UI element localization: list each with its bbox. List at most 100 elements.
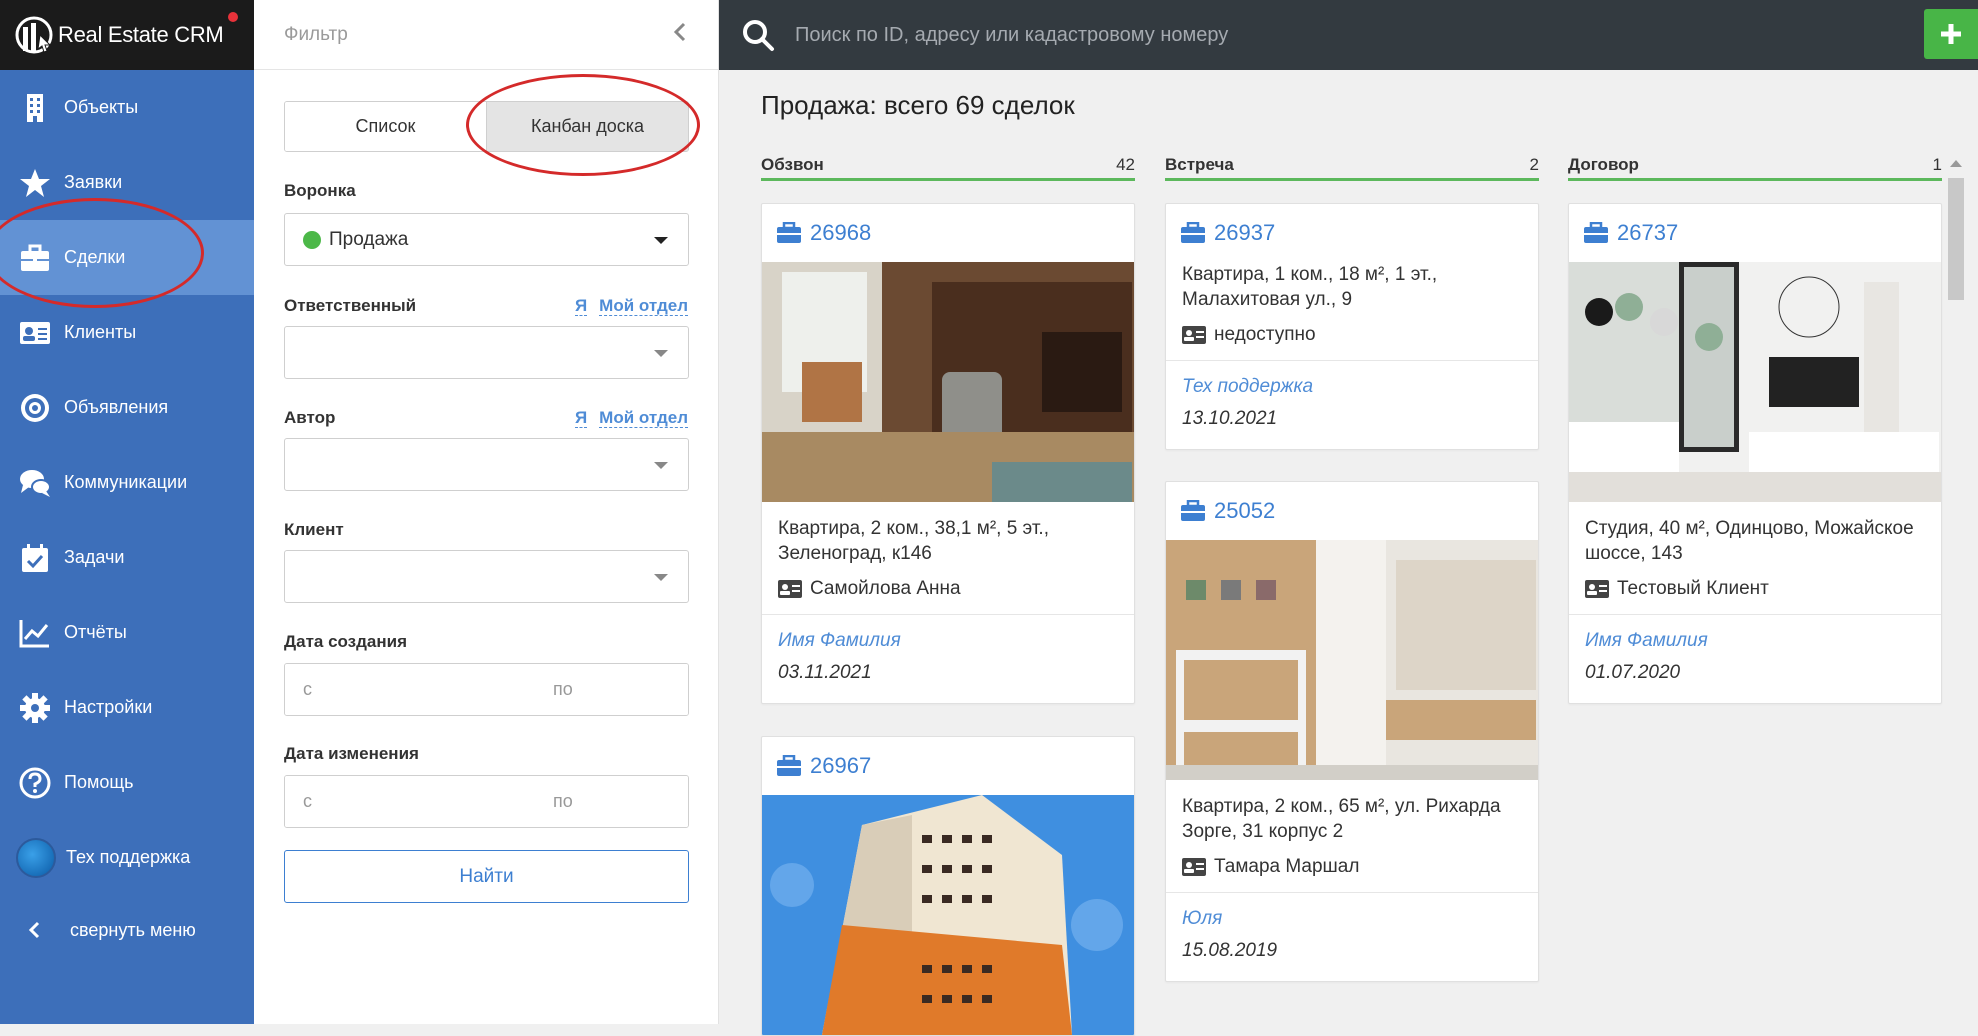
target-icon [18,391,52,425]
sidebar-item-help[interactable]: Помощь [0,745,254,820]
sidebar-item-support[interactable]: Тех поддержка [0,820,254,895]
created-date-range [284,663,689,716]
modified-date-range [284,775,689,828]
page-title: Продажа: всего 69 сделок [761,90,1075,120]
sidebar-item-clients[interactable]: Клиенты [0,295,254,370]
caret-down-icon [654,237,668,244]
column-title: Встреча [1165,154,1234,174]
created-to-input[interactable] [535,664,688,715]
add-button[interactable] [1924,9,1978,59]
sidebar-item-label: Отчёты [64,622,127,642]
deal-client[interactable]: Тамара Маршал [1166,844,1538,892]
caret-down-icon [654,350,668,357]
responsible-dept-link[interactable]: Мой отдел [599,296,688,316]
deal-card[interactable]: 26737 Студия, 40 м², Одинцово, Можайское… [1568,203,1942,704]
property-photo [1569,262,1941,502]
responsible-user[interactable]: Тех поддержка [1182,375,1522,399]
sidebar-item-label: Заявки [64,172,123,192]
sidebar-item-label: Помощь [64,772,134,792]
modified-to-input[interactable] [535,776,688,827]
deal-card[interactable]: 26968 Квартира, 2 ком., 38,1 м², 5 эт., … [761,203,1135,704]
deal-client[interactable]: Тестовый Клиент [1569,566,1941,614]
deal-id-link[interactable]: 26967 [762,737,1134,795]
modified-date-label: Дата изменения [284,744,419,763]
collapse-menu-button[interactable]: свернуть меню [0,895,254,965]
caret-down-icon [654,462,668,469]
sidebar-item-settings[interactable]: Настройки [0,670,254,745]
kanban-column-meeting: Встреча 2 [1165,151,1539,181]
id-card-icon [1182,326,1206,344]
sidebar-item-label: Объявления [64,397,169,417]
chat-icon [18,466,52,500]
find-button[interactable]: Найти [284,850,689,903]
column-count: 42 [1116,154,1135,174]
search-input[interactable] [795,23,1978,47]
property-photo [762,795,1134,1035]
author-me-link[interactable]: Я [574,408,588,428]
scrollbar[interactable] [1946,158,1966,1024]
sidebar-item-reports[interactable]: Отчёты [0,595,254,670]
responsible-user[interactable]: Имя Фамилия [778,629,1118,653]
created-from-input[interactable] [285,664,535,715]
star-icon [18,166,52,200]
sidebar-item-tasks[interactable]: Задачи [0,520,254,595]
collapse-label: свернуть меню [70,919,196,940]
deal-client[interactable]: недоступно [1166,312,1538,360]
notification-dot [228,12,238,22]
client-select[interactable] [284,550,689,603]
sidebar-item-label: Тех поддержка [66,847,191,867]
author-label: Автор [284,408,336,427]
responsible-user[interactable]: Юля [1182,907,1522,931]
responsible-user[interactable]: Имя Фамилия [1585,629,1925,653]
view-list-button[interactable]: Список [285,102,486,151]
created-date-label: Дата создания [284,632,408,651]
column-header: Встреча 2 [1165,151,1539,181]
deal-card[interactable]: 25052 Квартира, 2 ком., 65 м², ул. Рихар… [1165,481,1539,982]
chart-line-icon [18,616,52,650]
responsible-links: Я Мой отдел [574,296,688,316]
author-select[interactable] [284,438,689,491]
responsible-label: Ответственный [284,296,417,315]
funnel-select[interactable]: Продажа [284,213,689,266]
sidebar-item-communications[interactable]: Коммуникации [0,445,254,520]
sidebar-item-objects[interactable]: Объекты [0,70,254,145]
sidebar-item-label: Коммуникации [64,472,188,492]
client-name: Тестовый Клиент [1617,578,1769,599]
deal-card[interactable]: 26937 Квартира, 1 ком., 18 м², 1 эт., Ма… [1165,203,1539,450]
sidebar-item-label: Настройки [64,697,153,717]
building-icon [18,91,52,125]
briefcase-icon [1584,222,1608,243]
responsible-select[interactable] [284,326,689,379]
chevron-left-icon [28,921,40,939]
deal-id-link[interactable]: 26737 [1569,204,1941,262]
app-title: Real Estate CRM [58,22,224,47]
deal-card[interactable]: 26967 [761,736,1135,1036]
card-footer: Имя Фамилия 03.11.2021 [762,614,1134,703]
deal-id-link[interactable]: 25052 [1166,482,1538,540]
responsible-me-link[interactable]: Я [574,296,588,316]
deal-id: 26967 [810,753,872,778]
app-logo[interactable]: Real Estate CRM [0,0,254,70]
calendar-check-icon [18,541,52,575]
deal-id-link[interactable]: 26937 [1166,204,1538,262]
collapse-filter-button[interactable] [672,21,688,48]
scroll-thumb[interactable] [1948,178,1964,300]
funnel-value: Продажа [329,228,409,250]
id-card-icon [1585,580,1609,598]
id-card-icon [1182,858,1206,876]
deal-id: 26968 [810,220,872,245]
funnel-label: Воронка [284,181,356,200]
client-name: Тамара Маршал [1214,856,1360,877]
deal-client[interactable]: Самойлова Анна [762,566,1134,614]
caret-down-icon [654,574,668,581]
deal-id-link[interactable]: 26968 [762,204,1134,262]
modified-from-input[interactable] [285,776,535,827]
author-dept-link[interactable]: Мой отдел [599,408,688,428]
sidebar-item-ads[interactable]: Объявления [0,370,254,445]
card-footer: Юля 15.08.2019 [1166,892,1538,981]
column-header: Договор 1 [1568,151,1942,181]
briefcase-icon [777,222,801,243]
scroll-up-icon[interactable] [1950,160,1962,167]
client-name: Самойлова Анна [810,578,961,599]
kanban-column-contract: Договор 1 [1568,151,1942,181]
